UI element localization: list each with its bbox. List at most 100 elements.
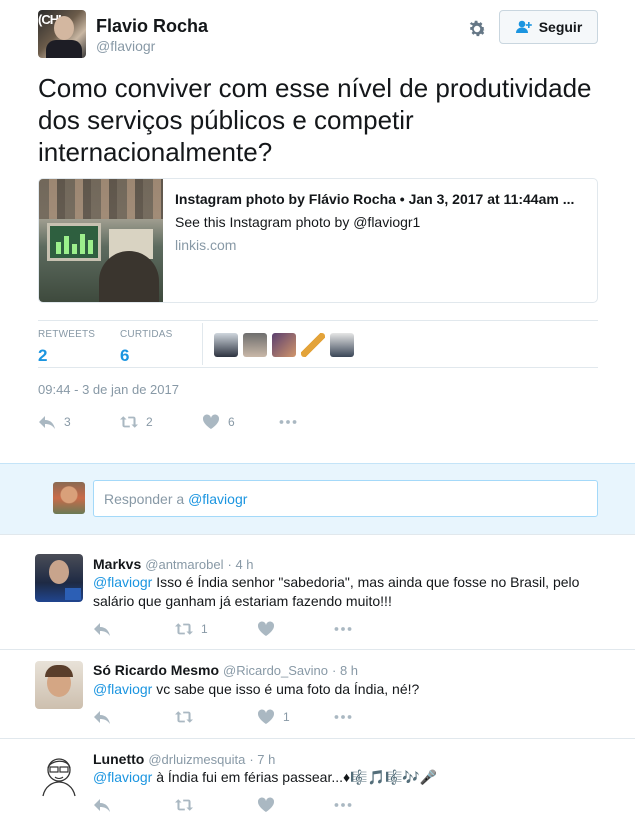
- reply-time[interactable]: · 4 h: [228, 557, 254, 572]
- more-action[interactable]: [279, 414, 297, 430]
- reply-avatar[interactable]: [35, 554, 83, 602]
- reply-actions: 1: [93, 709, 393, 727]
- avatar-suit: [46, 40, 82, 58]
- likes-stat[interactable]: CURTIDAS 6: [120, 329, 173, 366]
- retweet-action[interactable]: 2: [120, 414, 153, 430]
- avatar-face: [54, 16, 74, 40]
- retweet-icon: [175, 711, 193, 723]
- more-icon: [334, 627, 352, 631]
- tweet-text: Como conviver com esse nível de produtiv…: [38, 73, 592, 167]
- reply-icon: [94, 711, 110, 724]
- like-count: 6: [228, 415, 235, 429]
- reply-author[interactable]: Lunetto @drluizmesquita · 7 h: [93, 751, 275, 767]
- more-action[interactable]: [334, 797, 352, 813]
- tweet-header: (CHI Flavio Rocha @flaviogr Seguir: [38, 10, 598, 60]
- reply-text: @flaviogr Isso é Índia senhor "sabedoria…: [93, 573, 613, 611]
- reply-body: Isso é Índia senhor "sabedoria", mas ain…: [93, 574, 580, 609]
- more-icon: [279, 420, 297, 424]
- reply-author-name: Markvs: [93, 556, 142, 572]
- reply-action[interactable]: 3: [38, 414, 71, 430]
- like-action[interactable]: [257, 797, 275, 813]
- current-user-avatar: [53, 482, 85, 514]
- reply-count: 3: [64, 415, 71, 429]
- gear-icon[interactable]: [466, 18, 488, 40]
- stats-divider: [202, 323, 203, 365]
- retweets-value: 2: [38, 346, 48, 365]
- like-count: 1: [283, 710, 290, 724]
- like-action[interactable]: 1: [257, 709, 290, 725]
- retweets-stat[interactable]: RETWEETS 2: [38, 329, 95, 366]
- reply-placeholder-prefix: Responder a: [104, 491, 189, 507]
- reply-time[interactable]: · 7 h: [249, 752, 275, 767]
- reply-avatar[interactable]: [35, 750, 83, 798]
- heart-icon: [257, 621, 275, 636]
- reply-composer-section: Responder a @flaviogr: [0, 463, 635, 535]
- like-action[interactable]: 6: [202, 414, 235, 430]
- heart-icon: [257, 709, 275, 724]
- liker-avatar[interactable]: [243, 333, 267, 357]
- liker-avatar[interactable]: [272, 333, 296, 357]
- card-domain: linkis.com: [175, 237, 237, 253]
- reply-text: @flaviogr vc sabe que isso é uma foto da…: [93, 680, 613, 699]
- add-user-icon: [515, 20, 532, 33]
- reply-icon: [39, 416, 55, 429]
- follow-button-label: Seguir: [538, 19, 583, 35]
- reply-icon: [94, 799, 110, 812]
- retweet-icon: [175, 799, 193, 811]
- reply-tweet[interactable]: Markvs @antmarobel · 4 h @flaviogr Isso é …: [0, 545, 635, 650]
- retweet-action[interactable]: [175, 709, 193, 725]
- author-handle[interactable]: @flaviogr: [96, 38, 155, 54]
- likes-label: CURTIDAS: [120, 329, 173, 340]
- more-action[interactable]: [334, 709, 352, 725]
- reply-actions: [93, 797, 393, 815]
- link-card[interactable]: Instagram photo by Flávio Rocha • Jan 3,…: [38, 178, 598, 303]
- reply-author-handle: @antmarobel: [145, 557, 224, 572]
- heart-icon: [202, 414, 220, 429]
- reply-author-name: Lunetto: [93, 751, 145, 767]
- reply-time[interactable]: · 8 h: [332, 663, 358, 678]
- follow-button[interactable]: Seguir: [499, 10, 598, 44]
- reply-input[interactable]: Responder a @flaviogr: [93, 480, 598, 517]
- liker-avatar[interactable]: [330, 333, 354, 357]
- tweet-stats: RETWEETS 2 CURTIDAS 6: [38, 320, 598, 368]
- reply-icon: [94, 623, 110, 636]
- retweet-count: 2: [146, 415, 153, 429]
- reply-action[interactable]: [93, 709, 111, 725]
- reply-action[interactable]: [93, 621, 111, 637]
- reply-author[interactable]: Markvs @antmarobel · 4 h: [93, 556, 254, 572]
- tweet-actions: 3 2 6: [38, 414, 338, 432]
- reply-author[interactable]: Só Ricardo Mesmo @Ricardo_Savino · 8 h: [93, 662, 358, 678]
- retweet-icon: [120, 416, 138, 428]
- retweet-count: 1: [201, 622, 208, 636]
- liker-avatar[interactable]: [214, 333, 238, 357]
- like-action[interactable]: [257, 621, 275, 637]
- reply-mention[interactable]: @flaviogr: [93, 574, 152, 590]
- tweet-timestamp[interactable]: 09:44 - 3 de jan de 2017: [38, 382, 179, 397]
- retweets-label: RETWEETS: [38, 329, 96, 340]
- thumbnail-monitor: [47, 223, 101, 261]
- liker-avatar[interactable]: [301, 333, 325, 357]
- likes-value: 6: [120, 346, 130, 365]
- retweet-action[interactable]: 1: [175, 621, 208, 637]
- reply-body: à Índia fui em férias passear...♦🎼🎵🎼🎶🎤: [152, 769, 438, 785]
- card-thumbnail: [39, 179, 163, 302]
- reply-mention[interactable]: @flaviogr: [93, 769, 152, 785]
- reply-mention[interactable]: @flaviogr: [93, 681, 152, 697]
- more-icon: [334, 803, 352, 807]
- more-action[interactable]: [334, 621, 352, 637]
- reply-text: @flaviogr à Índia fui em férias passear.…: [93, 768, 613, 787]
- card-title: Instagram photo by Flávio Rocha • Jan 3,…: [175, 191, 575, 207]
- reply-actions: 1: [93, 621, 393, 639]
- author-name[interactable]: Flavio Rocha: [96, 16, 208, 37]
- reply-action[interactable]: [93, 797, 111, 813]
- card-description: See this Instagram photo by @flaviogr1: [175, 214, 421, 230]
- retweet-icon: [175, 623, 193, 635]
- reply-tweet[interactable]: Só Ricardo Mesmo @Ricardo_Savino · 8 h @fl…: [0, 650, 635, 739]
- reply-author-name: Só Ricardo Mesmo: [93, 662, 220, 678]
- reply-avatar[interactable]: [35, 661, 83, 709]
- retweet-action[interactable]: [175, 797, 193, 813]
- reply-tweet[interactable]: Lunetto @drluizmesquita · 7 h @flaviogr à …: [0, 739, 635, 826]
- author-avatar[interactable]: (CHI: [38, 10, 86, 58]
- more-icon: [334, 715, 352, 719]
- reply-author-handle: @Ricardo_Savino: [223, 663, 329, 678]
